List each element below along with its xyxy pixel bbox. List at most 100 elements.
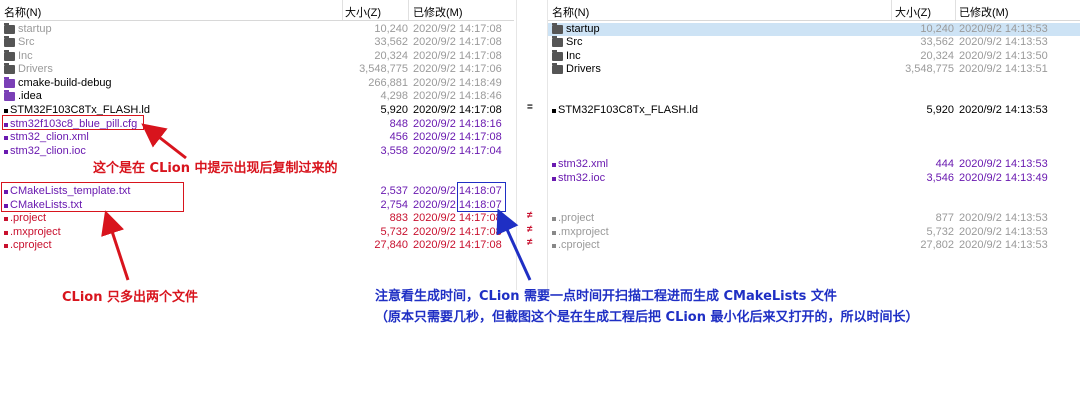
equal-mark: = (527, 102, 533, 113)
right-header-name[interactable]: 名称(N) (552, 4, 589, 20)
folder-icon (552, 63, 563, 74)
left-row-clion-xml[interactable]: stm32_clion.xml 456 2020/9/2 14:17:08 (0, 131, 514, 144)
file-date: 2020/9/2 14:17:08 (413, 23, 502, 35)
file-name: Inc (18, 50, 33, 62)
file-name: startup (566, 23, 600, 35)
file-date: 2020/9/2 14:17:08 (413, 50, 502, 62)
file-name: .project (10, 212, 47, 224)
left-file-list-pane: 名称(N) 大小(Z) 已修改(M) startup 10,240 2020/9… (0, 0, 514, 290)
folder-icon (4, 23, 15, 34)
left-row-startup[interactable]: startup 10,240 2020/9/2 14:17:08 (0, 23, 514, 36)
file-date: 2020/9/2 14:13:53 (959, 226, 1048, 238)
file-size: 456 (389, 131, 408, 143)
left-row-inc[interactable]: Inc 20,324 2020/9/2 14:17:08 (0, 50, 514, 63)
left-header-modified[interactable]: 已修改(M) (413, 4, 463, 20)
file-date: 2020/9/2 14:17:08 (413, 212, 502, 224)
file-date: 2020/9/2 14:18:49 (413, 77, 502, 89)
right-header-separator[interactable] (891, 0, 892, 20)
not-equal-mark: ≠ (527, 210, 533, 221)
right-row-cproject[interactable]: .cproject 27,802 2020/9/2 14:13:53 (548, 239, 1080, 252)
file-icon (552, 217, 556, 221)
left-header-size[interactable]: 大小(Z) (345, 4, 381, 20)
left-row-project[interactable]: .project 883 2020/9/2 14:17:08 (0, 212, 514, 225)
file-name: cmake-build-debug (18, 77, 112, 89)
left-header-separator[interactable] (342, 0, 343, 20)
file-size: 5,920 (926, 104, 954, 116)
right-header-size[interactable]: 大小(Z) (895, 4, 931, 20)
left-row-mxproject[interactable]: .mxproject 5,732 2020/9/2 14:17:08 (0, 226, 514, 239)
file-icon (552, 109, 556, 113)
file-date: 2020/9/2 14:17:08 (413, 131, 502, 143)
file-icon (552, 163, 556, 167)
file-name: Src (18, 36, 35, 48)
file-name: stm32.ioc (558, 172, 606, 184)
file-name: .project (558, 212, 595, 224)
right-file-list-pane: 名称(N) 大小(Z) 已修改(M) startup 10,240 2020/9… (548, 0, 1080, 290)
right-row-stm32-xml[interactable]: stm32.xml 444 2020/9/2 14:13:53 (548, 158, 1080, 171)
file-size: 883 (389, 212, 408, 224)
file-icon (4, 136, 8, 140)
file-name: startup (18, 23, 52, 35)
right-row-src[interactable]: Src 33,562 2020/9/2 14:13:53 (548, 36, 1080, 49)
file-size: 2,537 (380, 185, 408, 197)
file-icon (4, 109, 8, 113)
left-row-src[interactable]: Src 33,562 2020/9/2 14:17:08 (0, 36, 514, 49)
file-size: 848 (389, 118, 408, 130)
file-name: .cproject (10, 239, 52, 251)
file-size: 27,802 (920, 239, 954, 251)
file-date: 2020/9/2 14:17:08 (413, 36, 502, 48)
file-name: .idea (18, 90, 42, 102)
file-size: 33,562 (920, 36, 954, 48)
file-name: STM32F103C8Tx_FLASH.ld (558, 104, 698, 116)
file-size: 33,562 (374, 36, 408, 48)
file-date: 2020/9/2 14:17:08 (413, 104, 502, 116)
file-name: Drivers (566, 63, 601, 75)
two-files-annotation: CLion 只多出两个文件 (62, 290, 198, 305)
file-date: 2020/9/2 14:17:04 (413, 145, 502, 157)
right-row-inc[interactable]: Inc 20,324 2020/9/2 14:13:50 (548, 50, 1080, 63)
left-row-drivers[interactable]: Drivers 3,548,775 2020/9/2 14:17:06 (0, 63, 514, 76)
file-name: .cproject (558, 239, 600, 251)
file-icon (552, 177, 556, 181)
file-size: 10,240 (374, 23, 408, 35)
file-icon (552, 231, 556, 235)
file-date: 2020/9/2 14:13:51 (959, 63, 1048, 75)
right-row-stm32-ioc[interactable]: stm32.ioc 3,546 2020/9/2 14:13:49 (548, 172, 1080, 185)
folder-icon (4, 77, 15, 88)
file-name: stm32.xml (558, 158, 609, 170)
folder-icon (4, 36, 15, 47)
file-icon (552, 244, 556, 248)
cfg-highlight-box (2, 115, 144, 130)
file-size: 20,324 (920, 50, 954, 62)
file-date: 2020/9/2 14:13:53 (959, 239, 1048, 251)
time-annotation-line2: （原本只需要几秒，但截图这个是在生成工程后把 CLion 最小化后来又打开的，所… (375, 310, 919, 325)
file-name: .mxproject (558, 226, 609, 238)
file-date: 2020/9/2 14:13:53 (959, 23, 1048, 35)
right-row-drivers[interactable]: Drivers 3,548,775 2020/9/2 14:13:51 (548, 63, 1080, 76)
left-header-separator[interactable] (408, 0, 409, 20)
right-header-modified[interactable]: 已修改(M) (959, 4, 1009, 20)
right-row-mxproject[interactable]: .mxproject 5,732 2020/9/2 14:13:53 (548, 226, 1080, 239)
cmakelists-highlight-box (1, 182, 184, 212)
file-date: 2020/9/2 14:17:06 (413, 63, 502, 75)
file-size: 5,732 (926, 226, 954, 238)
file-name: Inc (566, 50, 581, 62)
file-date: 2020/9/2 14:13:53 (959, 212, 1048, 224)
right-row-flash-ld[interactable]: STM32F103C8Tx_FLASH.ld 5,920 2020/9/2 14… (548, 104, 1080, 117)
file-size: 3,548,775 (359, 63, 408, 75)
compare-marks-column: = ≠ ≠ ≠ (516, 0, 548, 290)
right-row-startup[interactable]: startup 10,240 2020/9/2 14:13:53 (548, 23, 1080, 36)
right-header-separator[interactable] (955, 0, 956, 20)
file-name: Src (566, 36, 583, 48)
left-row-idea[interactable]: .idea 4,298 2020/9/2 14:18:46 (0, 90, 514, 103)
left-row-cmake-build-debug[interactable]: cmake-build-debug 266,881 2020/9/2 14:18… (0, 77, 514, 90)
left-row-cproject[interactable]: .cproject 27,840 2020/9/2 14:17:08 (0, 239, 514, 252)
file-icon (4, 231, 8, 235)
left-header-name[interactable]: 名称(N) (4, 4, 41, 20)
file-date: 2020/9/2 14:18:16 (413, 118, 502, 130)
file-size: 444 (935, 158, 954, 170)
file-size: 877 (935, 212, 954, 224)
right-row-project[interactable]: .project 877 2020/9/2 14:13:53 (548, 212, 1080, 225)
file-name: .mxproject (10, 226, 61, 238)
file-date: 2020/9/2 14:13:50 (959, 50, 1048, 62)
